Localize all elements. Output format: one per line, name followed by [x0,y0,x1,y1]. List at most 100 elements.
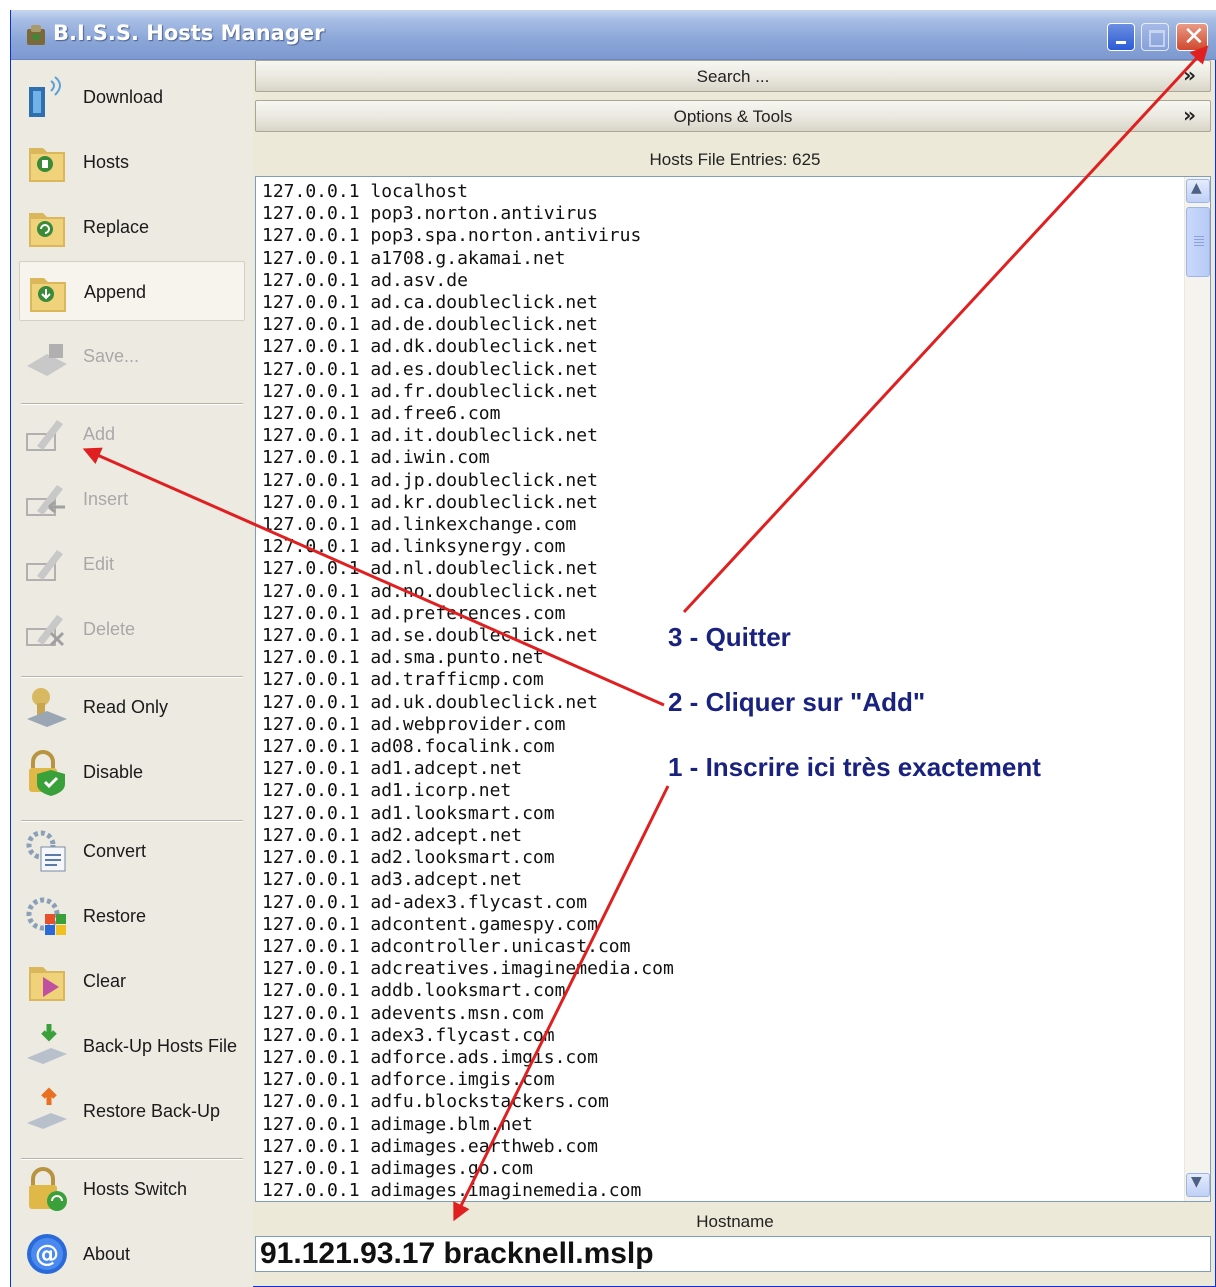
edit-pencil-icon [26,550,63,581]
close-button[interactable]: ✕ [1176,22,1208,52]
host-entry-row[interactable]: 127.0.0.1 pop3.spa.norton.antivirus [262,225,674,247]
host-entry-row[interactable]: 127.0.0.1 ad1.looksmart.com [262,803,674,825]
host-entry-row[interactable]: 127.0.0.1 ad.trafficmp.com [262,669,674,691]
host-entry-row[interactable]: 127.0.0.1 adforce.ads.imgis.com [262,1047,674,1069]
close-icon: ✕ [1183,22,1205,52]
host-entry-row[interactable]: 127.0.0.1 ad2.adcept.net [262,825,674,847]
chevron-down-icon[interactable]: » [1183,103,1196,127]
annotation-step-3: 3 - Quitter [668,622,791,652]
append-label: Append [84,282,147,302]
add-label: Add [83,424,116,444]
host-entry-row[interactable]: 127.0.0.1 adimages.earthweb.com [262,1136,674,1158]
host-entry-row[interactable]: 127.0.0.1 pop3.norton.antivirus [262,203,674,225]
host-entry-row[interactable]: 127.0.0.1 ad.de.doubleclick.net [262,314,674,336]
host-entry-row[interactable]: 127.0.0.1 ad.linksynergy.com [262,536,674,558]
vertical-scrollbar[interactable]: ▲ ▼ [1184,177,1210,1201]
replace-button[interactable]: Replace [19,197,245,257]
host-entry-row[interactable]: 127.0.0.1 ad.es.doubleclick.net [262,359,674,381]
folder-clear-icon [29,967,65,1001]
scroll-up-button[interactable]: ▲ [1186,179,1210,203]
host-entry-row[interactable]: 127.0.0.1 ad.sma.punto.net [262,647,674,669]
host-entry-row[interactable]: 127.0.0.1 ad.asv.de [262,270,674,292]
host-entry-row[interactable]: 127.0.0.1 a1708.g.akamai.net [262,248,674,270]
host-entry-row[interactable]: 127.0.0.1 adimage.blm.net [262,1114,674,1136]
save-disk-icon [27,344,67,376]
hosts-label: Hosts [83,152,130,172]
disable-button[interactable]: Disable [19,742,245,802]
host-entry-row[interactable]: 127.0.0.1 ad.ca.doubleclick.net [262,292,674,314]
download-button[interactable]: Download [19,67,245,127]
backup-hosts-button[interactable]: Back-Up Hosts File [19,1016,245,1076]
host-entry-row[interactable]: 127.0.0.1 ad.it.doubleclick.net [262,425,674,447]
host-entry-row[interactable]: 127.0.0.1 ad.webprovider.com [262,714,674,736]
annotation-step-2: 2 - Cliquer sur "Add" [668,687,926,717]
host-entry-row[interactable]: 127.0.0.1 ad.nl.doubleclick.net [262,558,674,580]
options-tools-label: Options & Tools [673,107,793,126]
host-entry-row[interactable]: 127.0.0.1 ad1.icorp.net [262,780,674,802]
sidebar: Download Hosts Replace Append Save... Ad… [11,60,253,1287]
hosts-switch-lock-icon [29,1167,67,1211]
host-entry-row[interactable]: 127.0.0.1 adcreatives.imaginemedia.com [262,958,674,980]
convert-button[interactable]: Convert [19,821,245,881]
host-entry-row[interactable]: 127.0.0.1 ad.no.doubleclick.net [262,581,674,603]
host-entry-row[interactable]: 127.0.0.1 adcontent.gamespy.com [262,914,674,936]
host-entry-row[interactable]: 127.0.0.1 ad3.adcept.net [262,869,674,891]
append-button[interactable]: Append [19,261,245,321]
host-entry-row[interactable]: 127.0.0.1 adex3.flycast.com [262,1025,674,1047]
edit-button[interactable]: Edit [19,534,245,594]
host-entry-row[interactable]: 127.0.0.1 ad.jp.doubleclick.net [262,470,674,492]
backup-drive-icon [27,1024,67,1064]
host-entry-row[interactable]: 127.0.0.1 adimages.go.com [262,1158,674,1180]
host-entry-row[interactable]: 127.0.0.1 ad08.focalink.com [262,736,674,758]
host-entry-row[interactable]: 127.0.0.1 ad1.adcept.net [262,758,674,780]
read-only-button[interactable]: Read Only [19,677,245,737]
chevron-down-icon: ▼ [1191,1174,1202,1190]
title-bar[interactable]: B.I.S.S. Hosts Manager ✕ [11,10,1216,60]
download-icon [29,76,61,117]
host-entry-row[interactable]: 127.0.0.1 adcontroller.unicast.com [262,936,674,958]
hosts-entries-lines: 127.0.0.1 localhost 127.0.0.1 pop3.norton… [262,181,674,1202]
hosts-switch-button[interactable]: Hosts Switch [19,1159,245,1219]
add-button[interactable]: Add [19,404,245,464]
hosts-button[interactable]: Hosts [19,132,245,192]
host-entry-row[interactable]: 127.0.0.1 localhost [262,181,674,203]
convert-gear-icon [26,830,66,872]
host-entry-row[interactable]: 127.0.0.1 adevents.msn.com [262,1003,674,1025]
host-entry-row[interactable]: 127.0.0.1 adimages.imaginemedia.com [262,1180,674,1202]
host-entry-row[interactable]: 127.0.0.1 ad.kr.doubleclick.net [262,492,674,514]
host-entry-row[interactable]: 127.0.0.1 ad.linkexchange.com [262,514,674,536]
host-entry-row[interactable]: 127.0.0.1 ad.se.doubleclick.net [262,625,674,647]
host-entry-row[interactable]: 127.0.0.1 addb.looksmart.com [262,980,674,1002]
delete-button[interactable]: Delete [19,599,245,659]
host-entry-row[interactable]: 127.0.0.1 adforce.imgis.com [262,1069,674,1091]
save-label: Save... [83,346,140,366]
search-bar[interactable]: Search ... » [255,60,1211,92]
clear-button[interactable]: Clear [19,951,245,1011]
host-entry-row[interactable]: 127.0.0.1 ad.preferences.com [262,603,674,625]
hostname-label: Hostname [696,1212,774,1231]
chevron-down-icon[interactable]: » [1183,63,1196,87]
insert-button[interactable]: Insert [19,469,245,529]
host-entry-row[interactable]: 127.0.0.1 ad.free6.com [262,403,674,425]
scroll-down-button[interactable]: ▼ [1186,1173,1210,1197]
hosts-switch-label: Hosts Switch [83,1179,188,1199]
about-label: About [83,1244,131,1264]
save-button[interactable]: Save... [19,326,245,386]
host-entry-row[interactable]: 127.0.0.1 ad.fr.doubleclick.net [262,381,674,403]
folder-hosts-icon [29,148,65,182]
host-entry-row[interactable]: 127.0.0.1 ad-adex3.flycast.com [262,892,674,914]
minimize-button[interactable] [1107,23,1135,51]
options-tools-bar[interactable]: Options & Tools » [255,100,1211,132]
host-entry-row[interactable]: 127.0.0.1 ad.iwin.com [262,447,674,469]
host-entry-row[interactable]: 127.0.0.1 adfu.blockstackers.com [262,1091,674,1113]
replace-label: Replace [83,217,150,237]
restore-button[interactable]: Restore [19,886,245,946]
host-entry-row[interactable]: 127.0.0.1 ad.dk.doubleclick.net [262,336,674,358]
scroll-thumb[interactable] [1186,207,1210,277]
maximize-button[interactable] [1141,23,1169,51]
host-entry-row[interactable]: 127.0.0.1 ad.uk.doubleclick.net [262,692,674,714]
about-button[interactable]: @ About [19,1224,245,1284]
restore-backup-button[interactable]: Restore Back-Up [19,1081,245,1141]
hostname-input[interactable]: 91.121.93.17 bracknell.mslp [255,1236,1211,1272]
host-entry-row[interactable]: 127.0.0.1 ad2.looksmart.com [262,847,674,869]
